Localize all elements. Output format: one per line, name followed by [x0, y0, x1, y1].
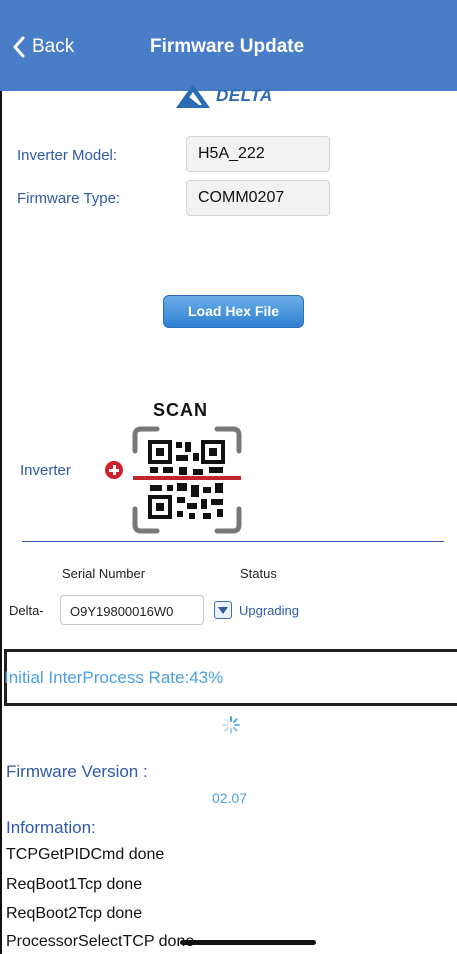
- serial-prefix: Delta-: [9, 603, 44, 618]
- scan-title: SCAN: [153, 400, 209, 420]
- page-title: Firmware Update: [150, 36, 305, 57]
- qr-code-icon[interactable]: [131, 425, 243, 535]
- log-line: TCPGetPIDCmd done: [6, 846, 165, 863]
- serial-number-header: Serial Number: [62, 566, 146, 581]
- plus-circle-icon[interactable]: [105, 461, 123, 479]
- home-indicator: [180, 940, 316, 945]
- load-hex-file-button[interactable]: Load Hex File: [163, 295, 304, 328]
- section-divider: [22, 541, 444, 542]
- status-value: Upgrading: [239, 603, 299, 618]
- left-border: [0, 91, 2, 954]
- logo-text: DELTA: [216, 86, 273, 105]
- serial-number-field[interactable]: O9Y19800016W0: [60, 595, 204, 625]
- firmware-version-value: 02.07: [212, 790, 248, 806]
- inverter-model-label: Inverter Model:: [17, 147, 118, 164]
- delta-logo: DELTA: [175, 79, 290, 113]
- firmware-version-label: Firmware Version :: [6, 762, 148, 781]
- firmware-type-field: COMM0207: [186, 180, 330, 216]
- nav-bar: Back Firmware Update: [0, 0, 457, 91]
- delta-triangle-icon: [176, 84, 210, 108]
- information-label: Information:: [6, 818, 96, 837]
- back-button[interactable]: Back: [12, 36, 74, 58]
- spinner-icon: [222, 716, 240, 734]
- chevron-left-icon: [13, 36, 25, 58]
- inverter-model-field: H5A_222: [186, 136, 330, 172]
- back-label: Back: [32, 36, 75, 57]
- log-line: ReqBoot1Tcp done: [6, 876, 143, 893]
- firmware-type-label: Firmware Type:: [17, 190, 121, 207]
- chevron-down-icon[interactable]: [214, 601, 232, 619]
- status-header: Status: [240, 566, 277, 581]
- log-line: ReqBoot2Tcp done: [6, 905, 143, 922]
- progress-rate-text: Initial InterProcess Rate:43%: [4, 668, 224, 687]
- log-line: ProcessorSelectTCP done: [6, 933, 195, 950]
- inverter-label: Inverter: [20, 462, 71, 479]
